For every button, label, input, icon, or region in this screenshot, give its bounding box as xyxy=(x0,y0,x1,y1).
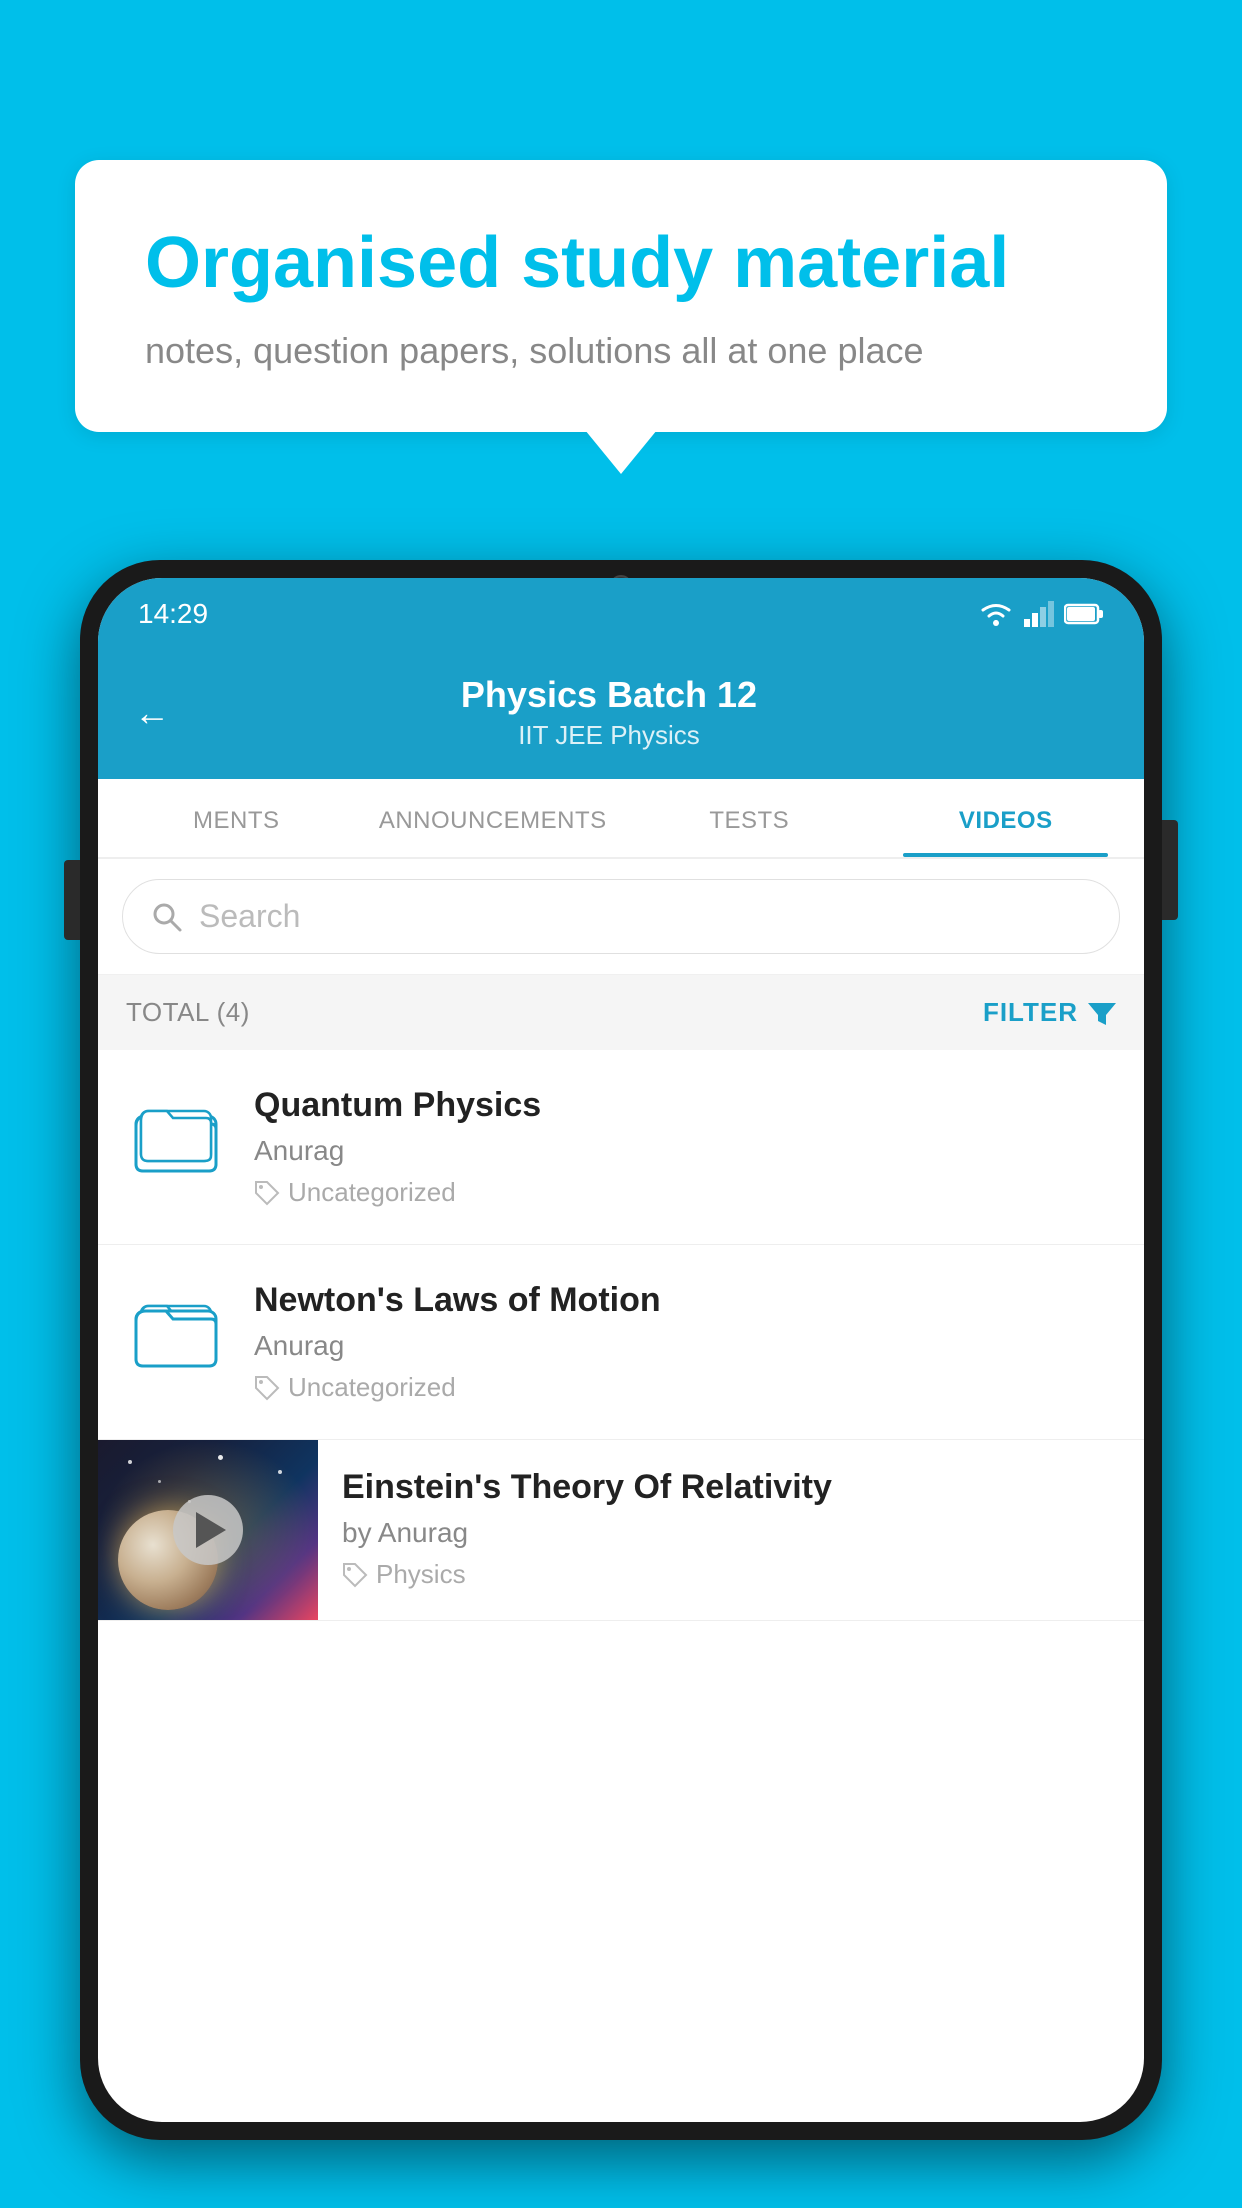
battery-icon xyxy=(1064,603,1104,625)
item-thumbnail xyxy=(126,1281,226,1381)
tag-icon xyxy=(254,1180,280,1206)
app-bar: ← Physics Batch 12 IIT JEE Physics xyxy=(98,650,1144,779)
item-thumbnail xyxy=(126,1086,226,1186)
search-icon xyxy=(151,901,183,933)
item-author: by Anurag xyxy=(342,1517,1116,1549)
back-button[interactable]: ← xyxy=(134,695,170,731)
status-time: 14:29 xyxy=(138,598,208,630)
total-count: TOTAL (4) xyxy=(126,997,250,1028)
item-tag: Uncategorized xyxy=(254,1372,1116,1403)
item-title: Einstein's Theory Of Relativity xyxy=(342,1468,1116,1507)
tag-icon xyxy=(254,1375,280,1401)
app-bar-title: Physics Batch 12 xyxy=(194,674,1024,716)
tab-ments[interactable]: MENTS xyxy=(108,779,365,857)
item-tag: Uncategorized xyxy=(254,1177,1116,1208)
signal-icon xyxy=(1024,601,1054,627)
list-item[interactable]: Quantum Physics Anurag Uncategorized xyxy=(98,1050,1144,1245)
item-tag: Physics xyxy=(342,1559,1116,1590)
tab-bar: MENTS ANNOUNCEMENTS TESTS VIDEOS xyxy=(98,779,1144,859)
item-author: Anurag xyxy=(254,1135,1116,1167)
phone-frame: 14:29 xyxy=(80,560,1162,2208)
item-title: Quantum Physics xyxy=(254,1086,1116,1125)
status-icons xyxy=(978,600,1104,628)
video-list: Quantum Physics Anurag Uncategorized xyxy=(98,1050,1144,1621)
item-info: Quantum Physics Anurag Uncategorized xyxy=(254,1086,1116,1208)
item-info: Newton's Laws of Motion Anurag Uncategor… xyxy=(254,1281,1116,1403)
bubble-subtitle: notes, question papers, solutions all at… xyxy=(145,330,1097,372)
play-button[interactable] xyxy=(173,1495,243,1565)
item-title: Newton's Laws of Motion xyxy=(254,1281,1116,1320)
filter-icon xyxy=(1088,999,1116,1027)
tab-announcements[interactable]: ANNOUNCEMENTS xyxy=(365,779,622,857)
tab-tests[interactable]: TESTS xyxy=(621,779,878,857)
folder-icon xyxy=(131,1286,221,1376)
item-info: Einstein's Theory Of Relativity by Anura… xyxy=(318,1440,1144,1618)
bubble-title: Organised study material xyxy=(145,220,1097,306)
filter-bar: TOTAL (4) FILTER xyxy=(98,975,1144,1050)
search-box[interactable]: Search xyxy=(122,879,1120,954)
speech-bubble-card: Organised study material notes, question… xyxy=(75,160,1167,432)
tag-icon xyxy=(342,1562,368,1588)
app-bar-subtitle: IIT JEE Physics xyxy=(194,720,1024,751)
item-author: Anurag xyxy=(254,1330,1116,1362)
status-bar: 14:29 xyxy=(98,578,1144,650)
video-thumbnail-image xyxy=(98,1440,318,1620)
wifi-icon xyxy=(978,600,1014,628)
tab-videos[interactable]: VIDEOS xyxy=(878,779,1135,857)
folder-icon xyxy=(131,1091,221,1181)
search-container: Search xyxy=(98,859,1144,975)
filter-button[interactable]: FILTER xyxy=(983,997,1116,1028)
list-item[interactable]: Einstein's Theory Of Relativity by Anura… xyxy=(98,1440,1144,1621)
search-placeholder: Search xyxy=(199,898,300,935)
list-item[interactable]: Newton's Laws of Motion Anurag Uncategor… xyxy=(98,1245,1144,1440)
